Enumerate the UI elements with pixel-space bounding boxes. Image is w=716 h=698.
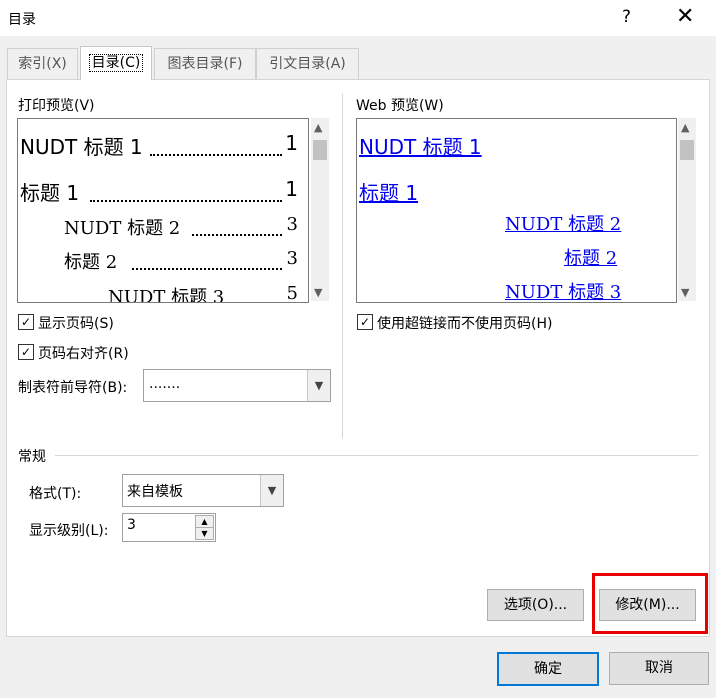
print-line: NUDT 标题 2 3 xyxy=(64,214,298,239)
scroll-down-icon[interactable]: ▼ xyxy=(314,286,322,299)
web-link[interactable]: NUDT 标题 3 xyxy=(505,278,621,302)
print-line: 标题 2 3 xyxy=(64,248,298,273)
tab-index-label: 索引(X) xyxy=(18,56,67,72)
tab-leader-value: ....... xyxy=(149,376,181,392)
web-preview-scrollbar[interactable]: ▲ ▼ xyxy=(678,118,696,301)
chevron-down-icon[interactable]: ▼ xyxy=(260,475,283,506)
use-hyperlinks-checkbox[interactable]: ✓ xyxy=(357,314,373,330)
title-bar xyxy=(0,0,716,36)
print-line: NUDT 标题 3 5 xyxy=(108,283,298,302)
format-value: 来自模板 xyxy=(127,484,183,500)
tab-toc[interactable]: 目录(C) xyxy=(80,46,152,80)
format-label: 格式(T): xyxy=(29,486,82,502)
web-link[interactable]: 标题 2 xyxy=(564,244,617,270)
tab-figures[interactable]: 图表目录(F) xyxy=(154,48,256,79)
tab-index[interactable]: 索引(X) xyxy=(7,48,78,79)
ok-button[interactable]: 确定 xyxy=(497,652,599,686)
web-link[interactable]: NUDT 标题 2 xyxy=(505,210,621,236)
web-preview-label: Web 预览(W) xyxy=(356,98,444,114)
tab-toc-label: 目录(C) xyxy=(88,54,144,72)
right-align-checkbox[interactable]: ✓ xyxy=(18,344,34,360)
tab-leader-label: 制表符前导符(B): xyxy=(18,380,128,396)
spin-down-icon[interactable]: ▼ xyxy=(195,527,214,540)
web-link[interactable]: NUDT 标题 1 xyxy=(359,131,482,160)
general-section-label: 常规 xyxy=(18,449,46,465)
scroll-thumb[interactable] xyxy=(680,140,694,160)
show-page-numbers-label: 显示页码(S) xyxy=(38,316,114,332)
dialog-title: 目录 xyxy=(8,12,36,28)
modify-button[interactable]: 修改(M)... xyxy=(599,589,696,621)
tab-citations[interactable]: 引文目录(A) xyxy=(256,48,359,79)
tab-leader-select[interactable]: ....... ▼ xyxy=(143,369,331,402)
levels-spinner[interactable]: 3 ▲ ▼ xyxy=(122,513,216,542)
vertical-divider xyxy=(342,94,343,438)
scroll-thumb[interactable] xyxy=(313,140,327,160)
scroll-up-icon[interactable]: ▲ xyxy=(314,121,322,134)
right-align-label: 页码右对齐(R) xyxy=(38,346,129,362)
print-preview-scrollbar[interactable]: ▲ ▼ xyxy=(311,118,329,301)
scroll-up-icon[interactable]: ▲ xyxy=(681,121,689,134)
use-hyperlinks-label: 使用超链接而不使用页码(H) xyxy=(377,316,553,332)
print-preview-label: 打印预览(V) xyxy=(18,98,95,114)
print-line: 标题 1 1 xyxy=(20,177,298,205)
tab-figures-label: 图表目录(F) xyxy=(167,56,243,72)
print-preview-box: NUDT 标题 1 1 标题 1 1 NUDT 标题 2 3 标题 2 3 NU… xyxy=(17,118,309,303)
levels-label: 显示级别(L): xyxy=(29,523,109,539)
web-preview-box: NUDT 标题 1 标题 1 NUDT 标题 2 标题 2 NUDT 标题 3 xyxy=(356,118,677,303)
print-line: NUDT 标题 1 1 xyxy=(20,131,298,159)
options-button[interactable]: 选项(O)... xyxy=(487,589,584,621)
help-icon[interactable]: ? xyxy=(622,7,631,27)
levels-value: 3 xyxy=(127,517,136,533)
format-select[interactable]: 来自模板 ▼ xyxy=(122,474,284,507)
general-divider xyxy=(55,455,698,456)
web-link[interactable]: 标题 1 xyxy=(359,177,418,206)
chevron-down-icon[interactable]: ▼ xyxy=(307,370,330,401)
cancel-button[interactable]: 取消 xyxy=(609,652,709,685)
tab-citations-label: 引文目录(A) xyxy=(269,56,346,72)
close-icon[interactable]: ✕ xyxy=(676,4,694,29)
show-page-numbers-checkbox[interactable]: ✓ xyxy=(18,314,34,330)
scroll-down-icon[interactable]: ▼ xyxy=(681,286,689,299)
